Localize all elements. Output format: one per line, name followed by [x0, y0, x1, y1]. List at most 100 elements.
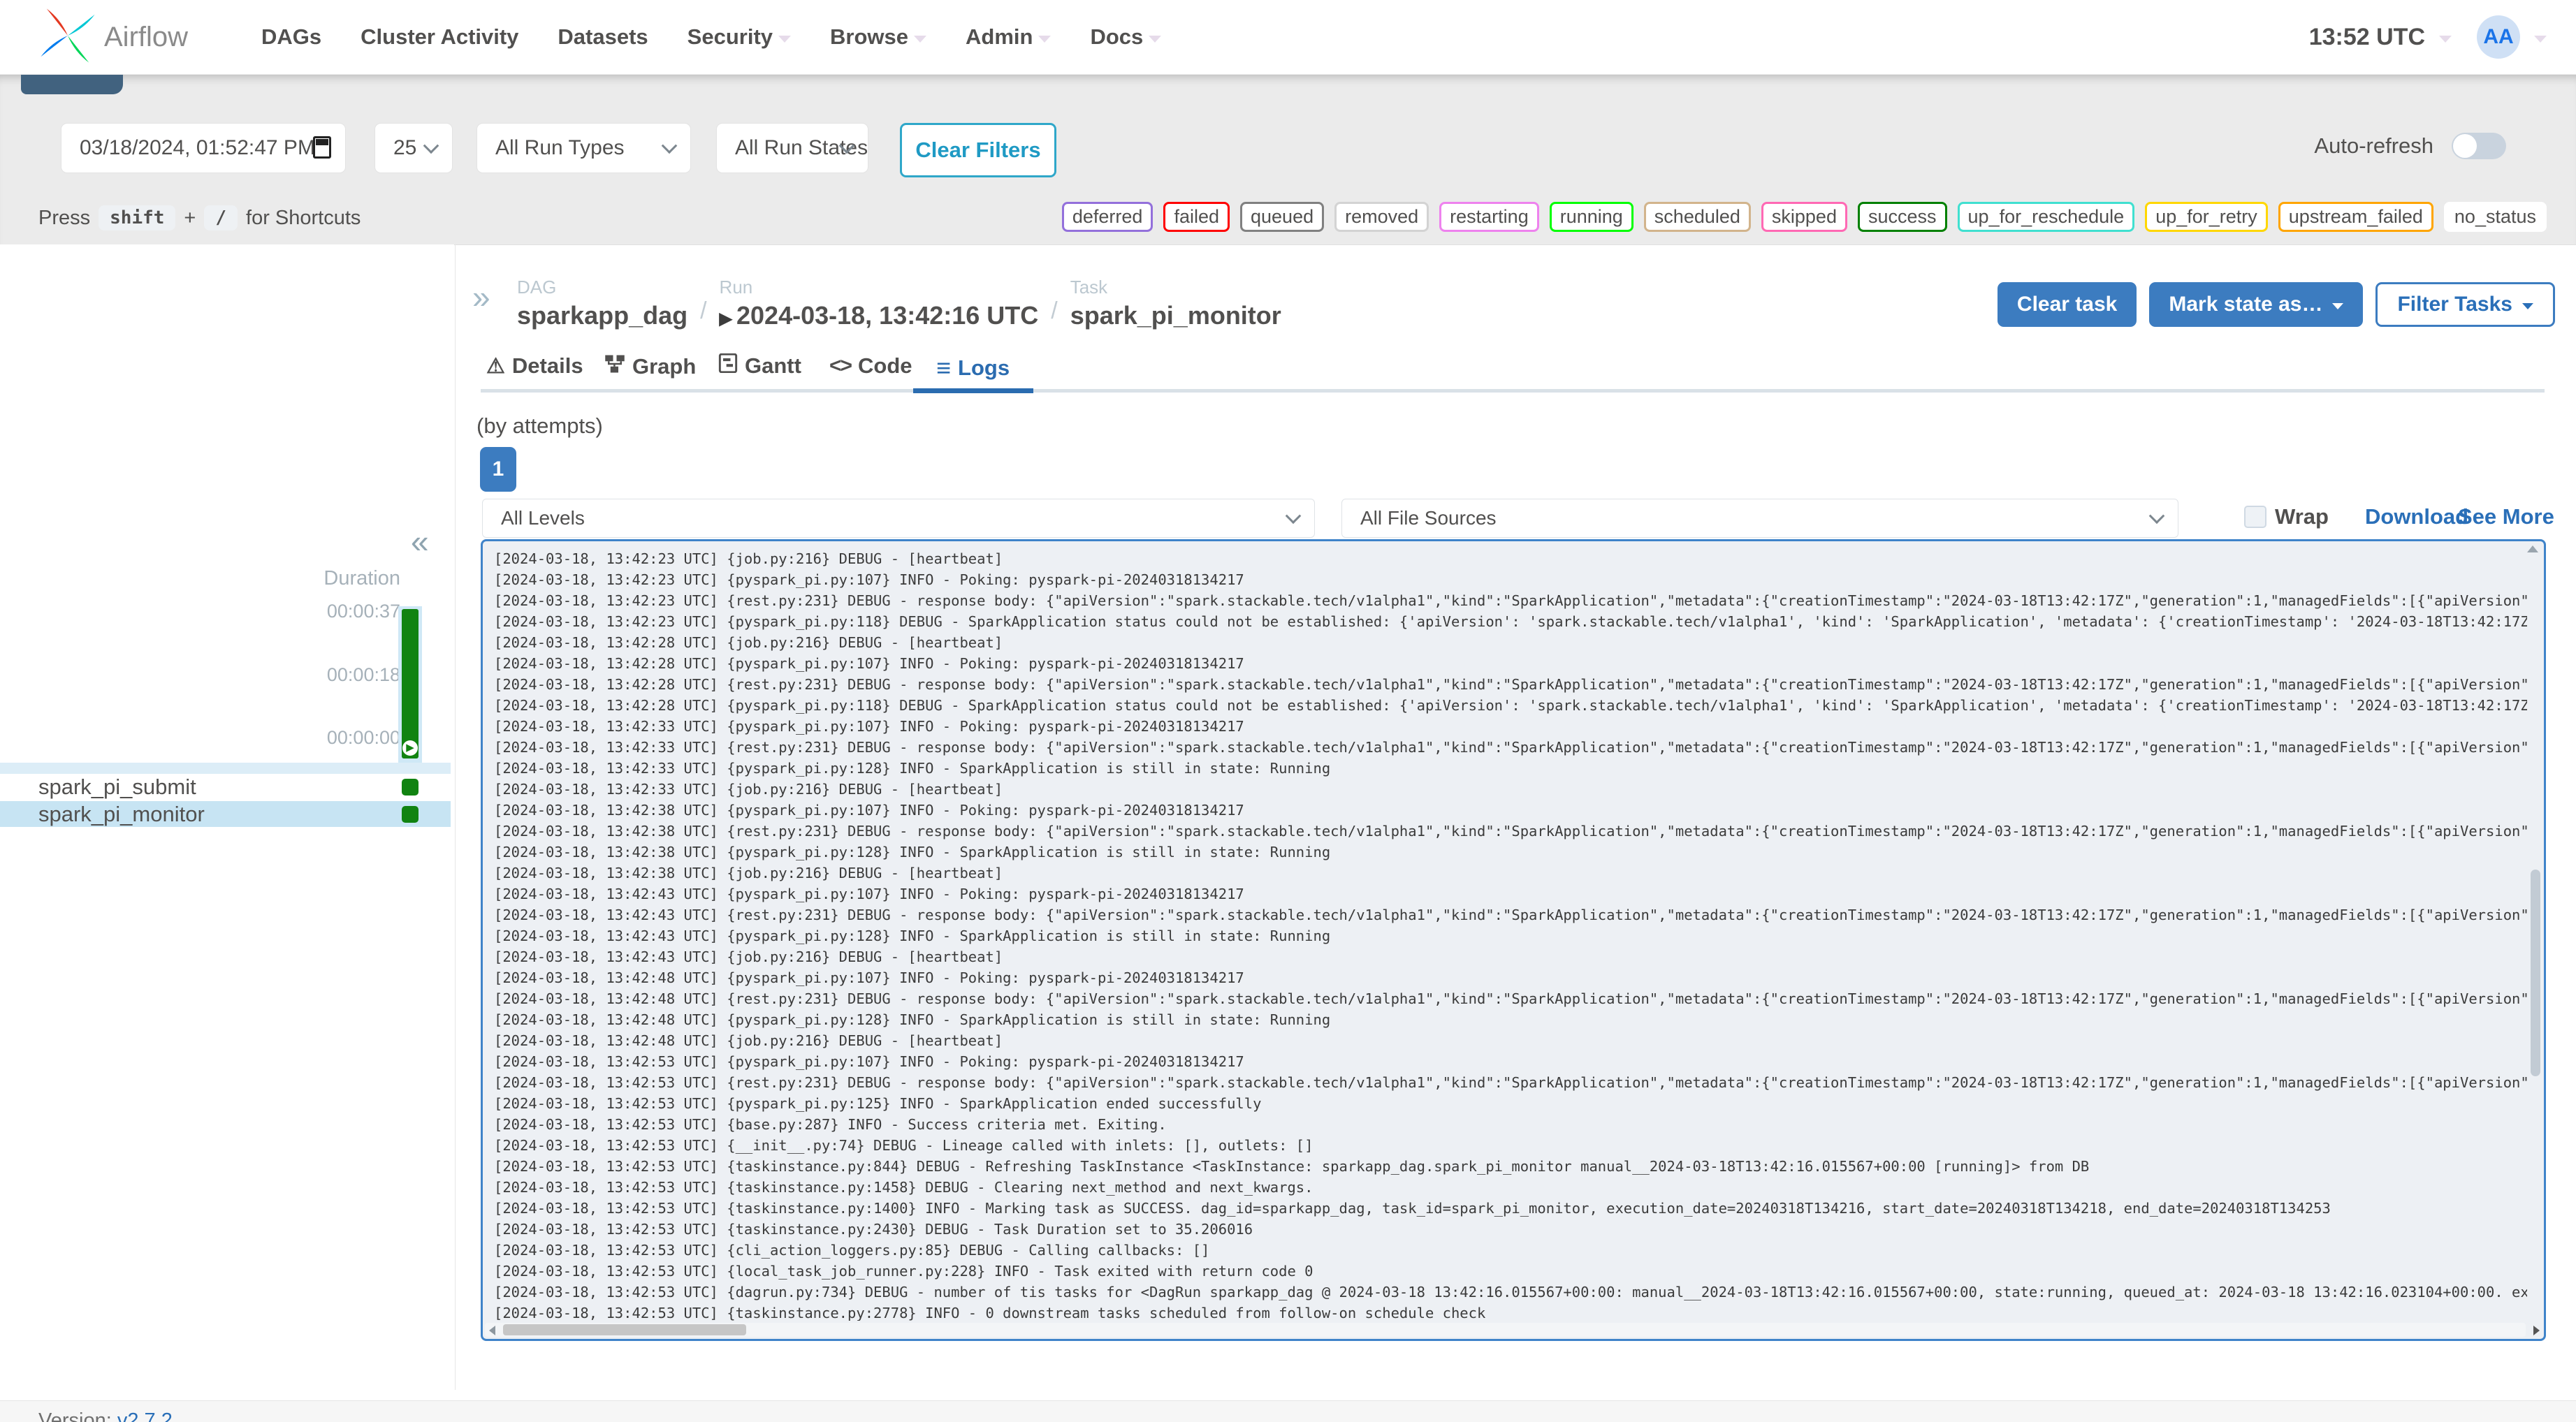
shift-key: shift: [99, 205, 176, 230]
breadcrumb-task-value[interactable]: spark_pi_monitor: [1070, 301, 1281, 330]
task-row[interactable]: spark_pi_submit: [0, 774, 451, 801]
chevron-down-icon: [661, 138, 678, 154]
task-name: spark_pi_monitor: [38, 801, 205, 826]
state-legend: deferred failed queued removed restarting run…: [1061, 202, 2547, 232]
state-badge[interactable]: success: [1857, 202, 1947, 232]
state-badge[interactable]: failed: [1163, 202, 1230, 232]
log-line: [2024-03-18, 13:42:48 UTC] {job.py:216} …: [494, 1032, 1003, 1049]
log-line: [2024-03-18, 13:42:53 UTC] {pyspark_pi.p…: [494, 1095, 1262, 1112]
brand-name: Airflow: [104, 21, 189, 52]
nav-menu-item[interactable]: Datasets: [558, 24, 648, 50]
log-line: [2024-03-18, 13:42:28 UTC] {job.py:216} …: [494, 634, 1003, 651]
state-badge[interactable]: removed: [1334, 202, 1429, 232]
tab-details[interactable]: ⚠ Details: [486, 353, 583, 379]
run-states-select[interactable]: All Run States: [716, 123, 868, 173]
run-types-select[interactable]: All Run Types: [476, 123, 691, 173]
airflow-app: Airflow DAGs Cluster Activity Datasets S…: [0, 0, 2576, 1422]
log-line: [2024-03-18, 13:42:23 UTC] {job.py:216} …: [494, 550, 1003, 567]
download-link[interactable]: Download: [2365, 504, 2468, 529]
log-line: [2024-03-18, 13:42:53 UTC] {taskinstance…: [494, 1305, 1486, 1321]
log-line: [2024-03-18, 13:42:38 UTC] {job.py:216} …: [494, 865, 1003, 881]
log-line: [2024-03-18, 13:42:53 UTC] {taskinstance…: [494, 1221, 1253, 1238]
nav-menu-item[interactable]: Docs: [1090, 24, 1162, 50]
log-line: [2024-03-18, 13:42:48 UTC] {pyspark_pi.p…: [494, 1011, 1331, 1028]
calendar-icon[interactable]: [313, 136, 331, 159]
chevron-down-icon: [1038, 36, 1051, 43]
state-badge[interactable]: up_for_reschedule: [1957, 202, 2135, 232]
tab-graph[interactable]: Graph: [604, 353, 696, 380]
log-line: [2024-03-18, 13:42:48 UTC] {pyspark_pi.p…: [494, 969, 1244, 986]
clear-filters-button[interactable]: Clear Filters: [900, 123, 1056, 177]
log-output[interactable]: [2024-03-18, 13:42:23 UTC] {job.py:216} …: [481, 539, 2546, 1341]
task-row[interactable]: spark_pi_monitor: [0, 801, 451, 828]
task-success-square[interactable]: [402, 779, 419, 796]
breadcrumb-dag-value[interactable]: sparkapp_dag: [517, 301, 687, 330]
warning-triangle-icon: ⚠: [486, 354, 505, 378]
state-badge[interactable]: no_status: [2443, 202, 2547, 232]
scroll-right-arrow[interactable]: [2533, 1326, 2540, 1335]
state-badge[interactable]: queued: [1240, 202, 1325, 232]
breadcrumb-task: Task spark_pi_monitor: [1070, 277, 1281, 330]
page-size-select[interactable]: 25: [374, 123, 453, 173]
state-badge[interactable]: scheduled: [1643, 202, 1751, 232]
nav-menu-item[interactable]: Browse: [830, 24, 926, 50]
see-more-link[interactable]: See More: [2458, 504, 2554, 529]
nav-menu-item[interactable]: Cluster Activity: [361, 24, 518, 50]
utc-clock[interactable]: 13:52 UTC: [2309, 24, 2425, 51]
vertical-scrollbar[interactable]: [2531, 870, 2540, 1076]
nav-menu-item[interactable]: Security: [687, 24, 792, 50]
clear-task-button[interactable]: Clear task: [1997, 282, 2137, 327]
state-badge[interactable]: deferred: [1061, 202, 1154, 232]
scroll-up-arrow[interactable]: [2527, 545, 2538, 552]
log-lines: [2024-03-18, 13:42:23 UTC] {job.py:216} …: [494, 548, 2527, 1321]
graph-icon: [604, 353, 625, 380]
state-badge[interactable]: running: [1549, 202, 1633, 232]
wrap-checkbox[interactable]: [2244, 506, 2266, 528]
axis-tick: 00:00:18: [326, 664, 400, 685]
state-badge[interactable]: upstream_failed: [2278, 202, 2433, 232]
auto-refresh-toggle[interactable]: [2452, 133, 2506, 159]
log-line: [2024-03-18, 13:42:38 UTC] {rest.py:231}…: [494, 823, 2527, 840]
active-tab-indicator: [913, 388, 1033, 393]
version-link[interactable]: v2.7.2: [117, 1409, 173, 1422]
state-badge[interactable]: skipped: [1761, 202, 1847, 232]
log-line: [2024-03-18, 13:42:53 UTC] {dagrun.py:73…: [494, 1284, 2527, 1300]
log-line: [2024-03-18, 13:42:53 UTC] {pyspark_pi.p…: [494, 1053, 1244, 1070]
mark-state-button[interactable]: Mark state as…: [2149, 282, 2364, 327]
version-text: Version: v2.7.2: [38, 1409, 173, 1422]
expand-panel-icon[interactable]: »: [472, 278, 490, 316]
file-sources-select[interactable]: All File Sources: [1341, 499, 2178, 538]
wrap-label: Wrap: [2275, 504, 2329, 529]
log-line: [2024-03-18, 13:42:43 UTC] {pyspark_pi.p…: [494, 928, 1331, 944]
tab-code[interactable]: <> Code: [829, 353, 912, 379]
dag-run-duration-bar[interactable]: ▶: [402, 609, 419, 758]
airflow-logo-icon: [38, 3, 97, 71]
log-line: [2024-03-18, 13:42:43 UTC] {job.py:216} …: [494, 948, 1003, 965]
state-badge[interactable]: up_for_retry: [2145, 202, 2268, 232]
scroll-left-arrow[interactable]: [489, 1326, 495, 1335]
tab-logs[interactable]: ≡ Logs: [936, 353, 1010, 383]
partial-scrolled-button[interactable]: [21, 74, 123, 94]
avatar[interactable]: AA: [2477, 15, 2520, 59]
by-attempts-label: (by attempts): [476, 413, 603, 438]
airflow-brand[interactable]: Airflow: [38, 3, 188, 71]
chevron-down-icon: [2148, 508, 2165, 525]
log-line: [2024-03-18, 13:42:33 UTC] {pyspark_pi.p…: [494, 718, 1244, 735]
nav-menu-item[interactable]: Admin: [966, 24, 1051, 50]
state-badge[interactable]: restarting: [1439, 202, 1539, 232]
filter-tasks-button[interactable]: Filter Tasks: [2375, 282, 2555, 327]
collapse-sidebar-icon[interactable]: «: [411, 522, 429, 560]
nav-menu-item[interactable]: DAGs: [261, 24, 321, 50]
horizontal-scrollbar[interactable]: [503, 1324, 746, 1335]
horizontal-scrollbar-track[interactable]: [485, 1323, 2540, 1337]
attempt-1-button[interactable]: 1: [480, 447, 516, 492]
breadcrumb-run-value[interactable]: ▶ 2024-03-18, 13:42:16 UTC: [720, 301, 1039, 330]
log-levels-select[interactable]: All Levels: [482, 499, 1315, 538]
slash-key: /: [204, 205, 238, 230]
task-success-square[interactable]: [402, 806, 419, 823]
tab-gantt[interactable]: Gantt: [718, 353, 801, 379]
log-line: [2024-03-18, 13:42:28 UTC] {rest.py:231}…: [494, 676, 2527, 693]
datetime-input[interactable]: 03/18/2024, 01:52:47 PM: [61, 123, 346, 173]
duration-axis-label: Duration: [323, 567, 400, 589]
auto-refresh-control: Auto-refresh: [2314, 133, 2506, 159]
